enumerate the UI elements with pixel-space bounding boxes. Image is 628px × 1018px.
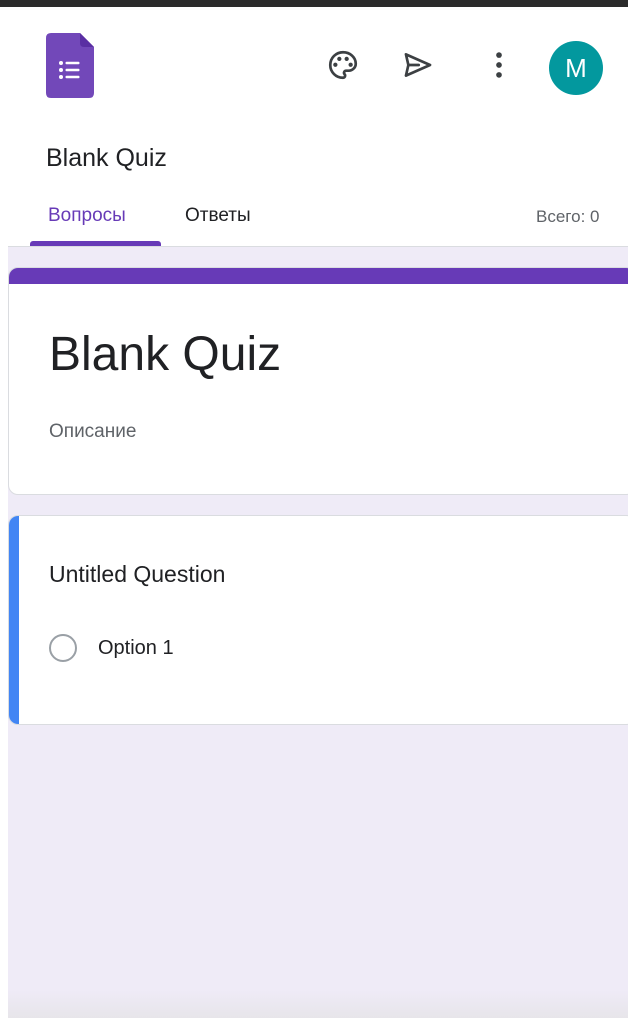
- question-title[interactable]: Untitled Question: [49, 561, 225, 588]
- question-card[interactable]: Untitled Question Option 1: [8, 515, 628, 725]
- palette-button[interactable]: [321, 43, 365, 87]
- option-label: Option 1: [98, 636, 174, 659]
- send-icon: [401, 48, 435, 82]
- palette-icon: [326, 48, 360, 82]
- more-vert-icon: [482, 48, 516, 82]
- question-focus-indicator: [9, 516, 19, 724]
- google-forms-logo-icon[interactable]: [46, 33, 94, 98]
- form-title[interactable]: Blank Quiz: [49, 327, 281, 382]
- send-button[interactable]: [396, 43, 440, 87]
- app-header: M Blank Quiz Вопросы Ответы Всего: 0: [0, 7, 628, 247]
- status-bar-strip: [0, 0, 628, 7]
- tab-questions[interactable]: Вопросы: [48, 205, 126, 227]
- form-title-card[interactable]: Blank Quiz Описание: [8, 267, 628, 495]
- form-description-field[interactable]: Описание: [49, 421, 136, 443]
- avatar[interactable]: M: [549, 41, 603, 95]
- radio-button-icon[interactable]: [49, 634, 77, 662]
- tab-responses[interactable]: Ответы: [185, 205, 251, 227]
- document-title: Blank Quiz: [46, 144, 167, 172]
- option-row[interactable]: Option 1: [49, 630, 174, 666]
- bottom-shadow: [8, 990, 628, 1018]
- more-options-button[interactable]: [477, 43, 521, 87]
- title-card-accent-bar: [9, 268, 628, 284]
- total-responses-count: Всего: 0: [536, 207, 600, 226]
